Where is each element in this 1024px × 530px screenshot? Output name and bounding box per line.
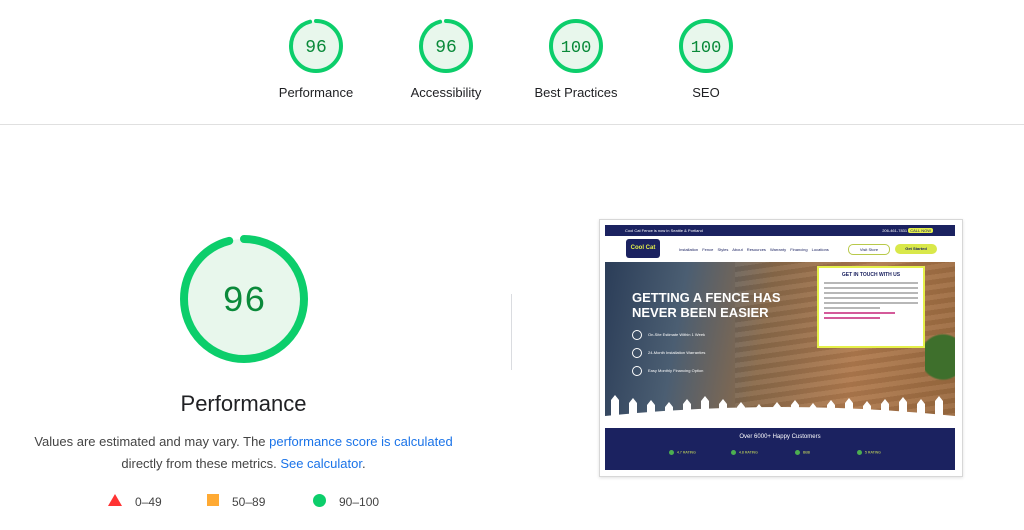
stat-icon: [731, 450, 736, 455]
note-text: Values are estimated and may vary. The: [34, 434, 270, 449]
gauge-score: 96: [435, 38, 457, 58]
bullet-icon: [632, 366, 642, 376]
score-calculated-link[interactable]: performance score is calculated: [269, 434, 453, 449]
thumb-card-title: GET IN TOUCH WITH US: [841, 272, 901, 278]
metrics-note: Values are estimated and may vary. The p…: [0, 431, 487, 475]
thumb-bullet: Easy Monthly Financing Option: [632, 366, 703, 376]
bullet-icon: [632, 330, 642, 340]
see-calculator-link[interactable]: See calculator: [280, 456, 362, 471]
thumb-bullet: On-Site Estimate Within 1 Week: [632, 330, 705, 340]
thumb-stat: BBB: [795, 450, 810, 455]
section-divider: [511, 294, 512, 370]
thumb-get-started: Get Started: [895, 244, 937, 254]
thumb-headline: GETTING A FENCE HAS NEVER BEEN EASIER: [632, 290, 781, 320]
gauge-score: 96: [305, 38, 327, 58]
legend-fail: 0–49: [108, 494, 162, 509]
gauge-seo[interactable]: 100 SEO: [651, 18, 761, 100]
gauge-performance[interactable]: 96 Performance: [261, 18, 371, 100]
thumb-phone: 206-461-7831: [882, 228, 908, 233]
thumb-hero: GETTING A FENCE HAS NEVER BEEN EASIER On…: [605, 262, 955, 428]
thumb-stat: 5 RATING: [857, 450, 881, 455]
gauge-label: Best Practices: [534, 85, 618, 100]
final-screenshot[interactable]: Cool Cat Fence is now in Seattle & Portl…: [599, 219, 963, 477]
thumb-topbar-contact: 206-461-7831 CALL NOW: [882, 228, 933, 233]
thumb-stat: 4.7 RATING: [669, 450, 696, 455]
legend-label: 0–49: [135, 494, 162, 509]
legend-label: 90–100: [339, 495, 380, 509]
thumb-topbar: Cool Cat Fence is now in Seattle & Portl…: [605, 225, 955, 236]
performance-gauge-large: 96: [180, 235, 308, 363]
gauge-label: Accessibility: [410, 85, 482, 100]
gauge-label: Performance: [278, 85, 354, 100]
thumb-visit-store: Visit Store: [848, 244, 890, 255]
gauge-ring: 100: [549, 19, 603, 73]
triangle-icon: [108, 494, 122, 509]
legend-average: 50–89: [207, 494, 265, 509]
performance-score: 96: [222, 281, 265, 322]
thumb-footer: Over 6000+ Happy Customers 4.7 RATING 4.…: [605, 428, 955, 470]
thumb-logo: Cool Cat: [626, 239, 660, 258]
thumb-navbar: Cool Cat Installation Fence Styles About…: [605, 236, 955, 262]
note-text: .: [361, 456, 366, 471]
thumb-footer-title: Over 6000+ Happy Customers: [739, 434, 821, 440]
gauge-label: SEO: [692, 85, 720, 100]
gauge-ring: 96: [289, 19, 343, 73]
bullet-icon: [632, 348, 642, 358]
gauge-best-practices[interactable]: 100 Best Practices: [521, 18, 631, 100]
performance-title: Performance: [180, 391, 307, 416]
tree-image: [925, 322, 955, 392]
gauge-ring: 100: [679, 19, 733, 73]
legend-label: 50–89: [232, 494, 266, 509]
thumb-call-now: CALL NOW: [908, 228, 933, 233]
thumb-contact-card: GET IN TOUCH WITH US: [817, 266, 925, 348]
thumb-menu: Installation Fence Styles About Resource…: [679, 247, 829, 252]
gauge-score: 100: [561, 39, 592, 58]
stat-icon: [857, 450, 862, 455]
thumb-stat: 4.8 RATING: [731, 450, 758, 455]
thumb-topbar-text: Cool Cat Fence is now in Seattle & Portl…: [625, 228, 703, 233]
circle-icon: [313, 494, 326, 510]
category-summary: 96 Performance 96 Accessibility 100 Best…: [0, 0, 1024, 125]
stat-icon: [669, 450, 674, 455]
legend-pass: 90–100: [313, 494, 379, 510]
stat-icon: [795, 450, 800, 455]
thumb-bullet: 24-Month Installation Warranties: [632, 348, 705, 358]
gauge-ring: 96: [419, 19, 473, 73]
picket-fence: [605, 395, 955, 428]
square-icon: [207, 494, 219, 509]
gauge-score: 100: [691, 39, 722, 58]
note-text: directly from these metrics.: [121, 456, 281, 471]
gauge-accessibility[interactable]: 96 Accessibility: [391, 18, 501, 100]
